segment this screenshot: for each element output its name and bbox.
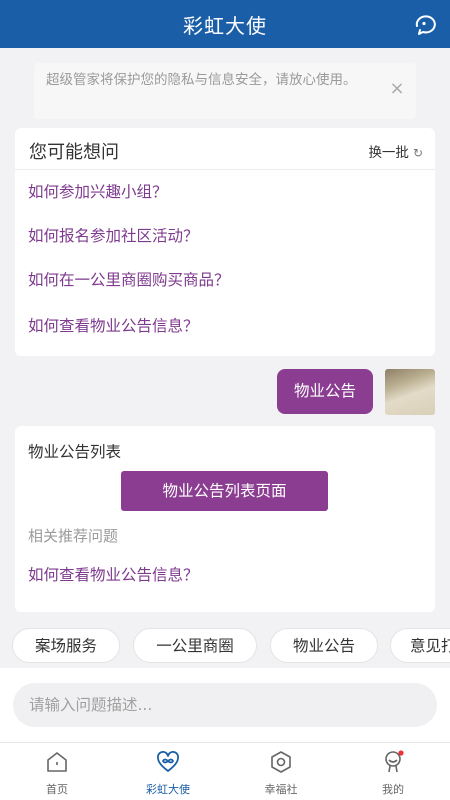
tab-happiness-club[interactable]: 幸福社 [251, 743, 311, 800]
refresh-button[interactable]: 换一批 ↻ [368, 141, 423, 161]
page-title: 彩虹大使 [183, 14, 267, 38]
profile-icon [381, 750, 405, 774]
announcement-reply-card: 物业公告列表 物业公告列表页面 相关推荐问题 如何查看物业公告信息？ [15, 426, 435, 612]
tab-home[interactable]: 首页 [27, 743, 87, 800]
quick-chip-row: 案场服务 一公里商圈 物业公告 意见打 [0, 628, 450, 664]
tab-profile[interactable]: 我的 [363, 743, 423, 800]
bottom-tab-bar: 首页 彩虹大使 幸福社 我的 [0, 742, 450, 800]
home-icon [45, 750, 69, 774]
faq-title: 您可能想问 [29, 142, 119, 163]
close-icon[interactable]: × [388, 80, 406, 98]
chat-bubble-icon[interactable] [412, 12, 436, 36]
chip-feedback[interactable]: 意见打 [390, 628, 450, 663]
refresh-icon: ↻ [412, 146, 423, 160]
tab-profile-label: 我的 [382, 783, 404, 796]
faq-question-3[interactable]: 如何在一公里商圈购买商品？ [28, 268, 230, 290]
tab-happiness-club-label: 幸福社 [264, 783, 298, 796]
question-input[interactable] [13, 683, 437, 727]
faq-card: 您可能想问 换一批 ↻ 如何参加兴趣小组？ 如何报名参加社区活动？ 如何在一公里商… [15, 128, 435, 356]
faq-header: 您可能想问 换一批 ↻ [15, 128, 435, 170]
tab-rainbow-ambassador[interactable]: 彩虹大使 [138, 743, 198, 800]
faq-question-1[interactable]: 如何参加兴趣小组？ [28, 180, 168, 202]
tab-rainbow-ambassador-label: 彩虹大使 [146, 783, 190, 796]
privacy-notice: 超级管家将保护您的隐私与信息安全，请放心使用。 × [34, 63, 416, 119]
app-header: 彩虹大使 [0, 0, 450, 48]
reply-title: 物业公告列表 [28, 443, 122, 461]
infinity-heart-icon [156, 750, 180, 774]
user-message-bubble: 物业公告 [277, 369, 373, 414]
refresh-label: 换一批 [368, 145, 409, 161]
related-question-1[interactable]: 如何查看物业公告信息？ [28, 563, 199, 585]
announcement-list-button[interactable]: 物业公告列表页面 [121, 471, 328, 511]
tab-home-label: 首页 [46, 783, 68, 796]
input-bar [0, 668, 450, 742]
chip-property-notice[interactable]: 物业公告 [270, 628, 378, 663]
chip-one-km-circle[interactable]: 一公里商圈 [133, 628, 257, 663]
notice-text: 超级管家将保护您的隐私与信息安全，请放心使用。 [46, 72, 357, 88]
faq-question-2[interactable]: 如何报名参加社区活动？ [28, 224, 199, 246]
user-avatar [385, 369, 435, 415]
chip-sales-service[interactable]: 案场服务 [12, 628, 120, 663]
related-questions-label: 相关推荐问题 [28, 527, 119, 545]
hexagon-icon [269, 750, 293, 774]
faq-question-4[interactable]: 如何查看物业公告信息？ [28, 314, 199, 336]
